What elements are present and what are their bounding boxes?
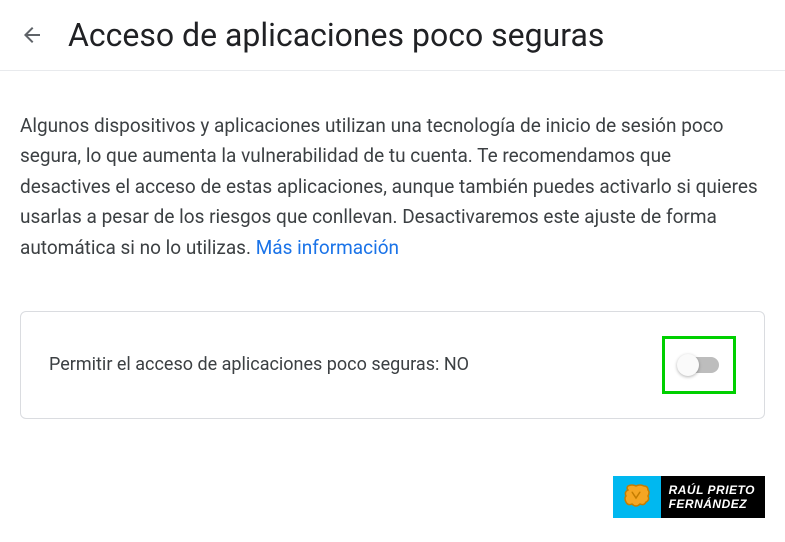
page-header: Acceso de aplicaciones poco seguras: [0, 0, 785, 71]
arrow-left-icon: [20, 23, 44, 47]
more-info-link[interactable]: Más información: [256, 236, 399, 259]
watermark-line2: FERNÁNDEZ: [669, 497, 755, 511]
less-secure-access-toggle[interactable]: [679, 357, 719, 373]
description-text: Algunos dispositivos y aplicaciones util…: [20, 111, 765, 263]
page-title: Acceso de aplicaciones poco seguras: [68, 16, 604, 54]
brain-icon: [613, 476, 661, 518]
setting-label: Permitir el acceso de aplicaciones poco …: [49, 354, 469, 375]
toggle-knob: [677, 354, 699, 376]
watermark-line1: RAÚL PRIETO: [669, 483, 755, 497]
watermark-text: RAÚL PRIETO FERNÁNDEZ: [661, 476, 765, 518]
toggle-highlight-box: [662, 336, 736, 394]
watermark-badge: RAÚL PRIETO FERNÁNDEZ: [613, 476, 765, 518]
setting-row: Permitir el acceso de aplicaciones poco …: [20, 311, 765, 419]
content-area: Algunos dispositivos y aplicaciones util…: [0, 71, 785, 439]
back-button[interactable]: [20, 23, 44, 47]
